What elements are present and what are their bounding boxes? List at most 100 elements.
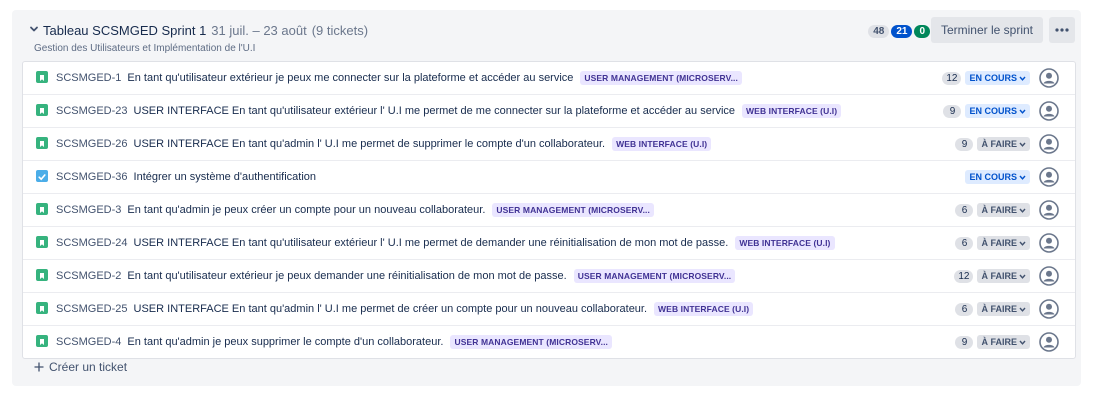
issue-row[interactable]: SCSMGED-2 En tant qu'utilisateur extérieu… [23,260,1075,293]
assignee-avatar-icon[interactable] [1039,332,1059,352]
issue-summary[interactable]: USER INTERFACE En tant qu'admin l' U.I m… [134,138,606,150]
chevron-down-icon [1019,76,1026,81]
issue-summary[interactable]: Intégrer un système d'authentification [134,171,316,183]
chevron-down-icon [1019,175,1026,180]
chevron-down-icon [1019,274,1026,279]
issue-summary[interactable]: USER INTERFACE En tant qu'utilisateur ex… [134,105,736,117]
status-label: EN COURS [969,172,1017,182]
issue-key[interactable]: SCSMGED-25 [56,303,128,315]
issue-content: SCSMGED-2 En tant qu'utilisateur extérieu… [56,260,736,292]
create-ticket-button[interactable]: Créer un ticket [34,360,127,374]
assignee-avatar-icon[interactable] [1039,200,1059,220]
sprint-ticket-count: (9 tickets) [311,23,369,38]
issue-meta: 6 À FAIRE [955,293,1030,325]
status-dropdown[interactable]: À FAIRE [977,269,1030,283]
issue-summary[interactable]: USER INTERFACE En tant qu'utilisateur ex… [134,237,729,249]
issue-summary[interactable]: En tant qu'admin je peux créer un compte… [127,204,485,216]
epic-label[interactable]: USER MANAGEMENT (MICROSERV... [580,71,742,85]
issue-row[interactable]: SCSMGED-3 En tant qu'admin je peux créer … [23,194,1075,227]
story-points-summary: 48 21 0 [868,25,930,38]
issue-summary[interactable]: USER INTERFACE En tant qu'admin l' U.I m… [134,303,648,315]
issue-row[interactable]: SCSMGED-26 USER INTERFACE En tant qu'admi… [23,128,1075,161]
status-dropdown[interactable]: À FAIRE [977,335,1030,349]
status-label: À FAIRE [981,139,1017,149]
issue-row[interactable]: SCSMGED-4 En tant qu'admin je peux suppri… [23,326,1075,358]
status-label: À FAIRE [981,271,1017,281]
issue-meta: 12 EN COURS [942,62,1030,94]
issue-key[interactable]: SCSMGED-4 [56,336,121,348]
issue-row[interactable]: SCSMGED-24 USER INTERFACE En tant qu'util… [23,227,1075,260]
issue-meta: 6 À FAIRE [955,194,1030,226]
status-dropdown[interactable]: EN COURS [965,71,1030,85]
assignee-avatar-icon[interactable] [1039,299,1059,319]
assignee-avatar-icon[interactable] [1039,167,1059,187]
chevron-down-icon[interactable] [29,24,39,34]
status-label: À FAIRE [981,337,1017,347]
issue-key[interactable]: SCSMGED-24 [56,237,128,249]
story-icon [36,302,48,314]
issue-key[interactable]: SCSMGED-3 [56,204,121,216]
issue-list: SCSMGED-1 En tant qu'utilisateur extérieu… [22,61,1076,359]
issue-row[interactable]: SCSMGED-23 USER INTERFACE En tant qu'util… [23,95,1075,128]
issue-meta: EN COURS [965,161,1030,193]
epic-label[interactable]: USER MANAGEMENT (MICROSERV... [573,269,736,283]
status-label: À FAIRE [981,304,1017,314]
more-horizontal-icon [1055,28,1069,32]
issue-content: SCSMGED-4 En tant qu'admin je peux suppri… [56,326,613,358]
issue-row[interactable]: SCSMGED-25 USER INTERFACE En tant qu'admi… [23,293,1075,326]
status-dropdown[interactable]: À FAIRE [977,137,1030,151]
epic-label[interactable]: WEB INTERFACE (U.I) [742,104,842,118]
story-points-badge: 12 [942,71,962,85]
issue-meta: 9 À FAIRE [955,128,1030,160]
issue-content: SCSMGED-23 USER INTERFACE En tant qu'util… [56,95,842,127]
issue-key[interactable]: SCSMGED-1 [56,72,121,84]
status-dropdown[interactable]: À FAIRE [977,236,1030,250]
points-todo-badge: 48 [868,25,890,38]
more-actions-button[interactable] [1049,17,1075,43]
chevron-down-icon [1019,241,1026,246]
issue-content: SCSMGED-24 USER INTERFACE En tant qu'util… [56,227,835,259]
issue-meta: 9 EN COURS [943,95,1030,127]
issue-content: SCSMGED-26 USER INTERFACE En tant qu'admi… [56,128,712,160]
epic-label[interactable]: USER MANAGEMENT (MICROSERV... [492,203,654,217]
issue-key[interactable]: SCSMGED-2 [56,270,121,282]
assignee-avatar-icon[interactable] [1039,101,1059,121]
status-dropdown[interactable]: EN COURS [965,170,1030,184]
issue-content: SCSMGED-25 USER INTERFACE En tant qu'admi… [56,293,754,325]
epic-label[interactable]: WEB INTERFACE (U.I) [654,302,754,316]
assignee-avatar-icon[interactable] [1039,266,1059,286]
assignee-avatar-icon[interactable] [1039,134,1059,154]
issue-key[interactable]: SCSMGED-23 [56,105,128,117]
assignee-avatar-icon[interactable] [1039,68,1059,88]
issue-summary[interactable]: En tant qu'admin je peux supprimer le co… [127,336,443,348]
sprint-dates: 31 juil. – 23 août [211,23,307,38]
story-icon [36,335,48,347]
epic-label[interactable]: WEB INTERFACE (U.I) [612,137,712,151]
sprint-title-line: Tableau SCSMGED Sprint 1 31 juil. – 23 ao… [43,23,368,38]
epic-label[interactable]: USER MANAGEMENT (MICROSERV... [450,335,613,349]
issue-summary[interactable]: En tant qu'utilisateur extérieur je peux… [127,270,566,282]
story-points-badge: 6 [955,302,974,316]
issue-row[interactable]: SCSMGED-1 En tant qu'utilisateur extérieu… [23,62,1075,95]
status-dropdown[interactable]: EN COURS [965,104,1030,118]
issue-meta: 12 À FAIRE [954,260,1030,292]
sprint-title[interactable]: Tableau SCSMGED Sprint 1 [43,23,206,38]
assignee-avatar-icon[interactable] [1039,233,1059,253]
epic-label[interactable]: WEB INTERFACE (U.I) [735,236,835,250]
story-points-badge: 12 [954,269,974,283]
issue-summary[interactable]: En tant qu'utilisateur extérieur je peux… [127,72,573,84]
chevron-down-icon [1019,109,1026,114]
finish-sprint-button[interactable]: Terminer le sprint [930,17,1043,43]
issue-content: SCSMGED-1 En tant qu'utilisateur extérieu… [56,62,742,94]
story-icon [36,104,48,116]
status-dropdown[interactable]: À FAIRE [977,302,1030,316]
points-done-badge: 0 [914,25,930,38]
issue-content: SCSMGED-3 En tant qu'admin je peux créer … [56,194,654,226]
status-dropdown[interactable]: À FAIRE [977,203,1030,217]
issue-key[interactable]: SCSMGED-36 [56,171,128,183]
sprint-header: Tableau SCSMGED Sprint 1 31 juil. – 23 ao… [12,10,1081,60]
story-icon [36,71,48,83]
issue-row[interactable]: SCSMGED-36 Intégrer un système d'authenti… [23,161,1075,194]
issue-key[interactable]: SCSMGED-26 [56,138,128,150]
issue-meta: 6 À FAIRE [955,227,1030,259]
